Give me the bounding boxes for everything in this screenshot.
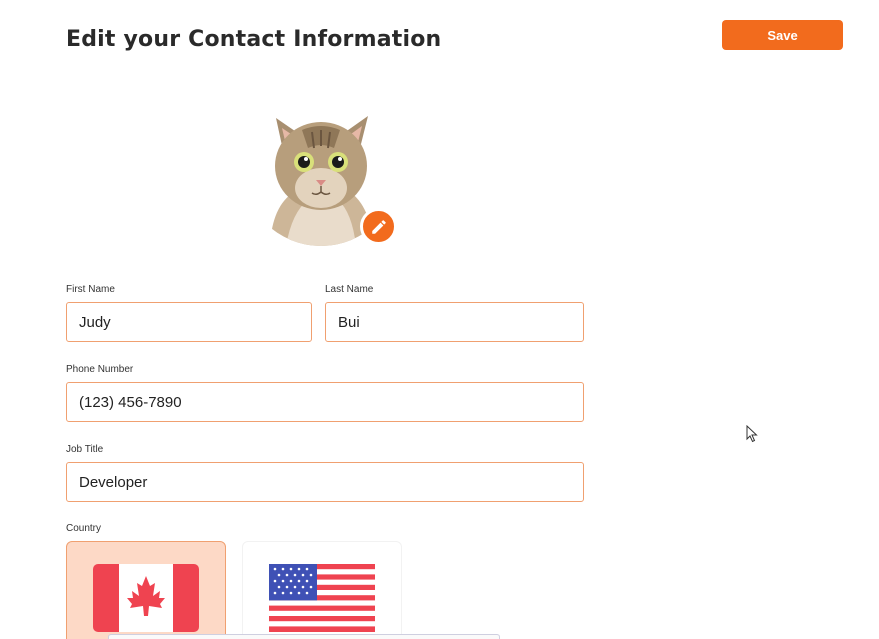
first-name-label: First Name xyxy=(66,284,115,295)
avatar-container xyxy=(242,88,400,246)
last-name-label: Last Name xyxy=(325,284,374,295)
edit-avatar-button[interactable] xyxy=(360,208,397,245)
usa-flag xyxy=(269,564,375,632)
mouse-cursor-icon xyxy=(746,425,758,443)
country-option-usa[interactable] xyxy=(242,541,402,639)
last-name-field[interactable] xyxy=(325,302,584,342)
job-title-field[interactable] xyxy=(66,462,584,502)
phone-number-field[interactable] xyxy=(66,382,584,422)
save-button[interactable]: Save xyxy=(722,20,843,50)
pencil-icon xyxy=(371,219,386,234)
country-label: Country xyxy=(66,523,102,534)
job-title-label: Job Title xyxy=(66,444,104,455)
phone-number-label: Phone Number xyxy=(66,364,134,375)
country-option-canada[interactable] xyxy=(66,541,226,639)
canada-flag xyxy=(93,564,199,632)
bottom-bar xyxy=(108,634,500,639)
first-name-field[interactable] xyxy=(66,302,312,342)
page-title: Edit your Contact Information xyxy=(66,27,442,52)
